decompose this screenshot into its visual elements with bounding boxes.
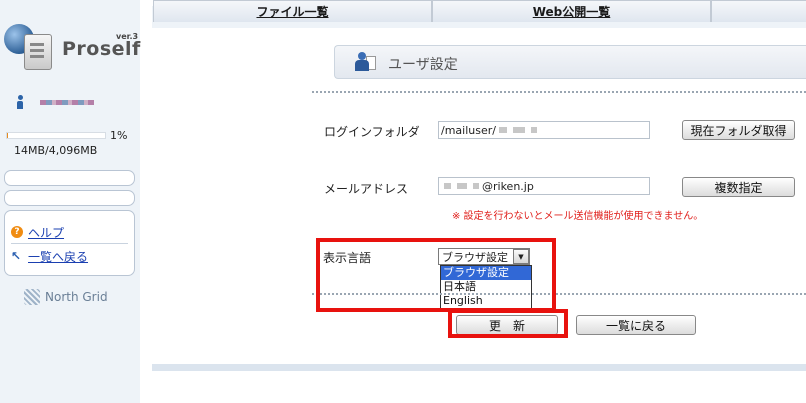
login-folder-label: ログインフォルダ [324,125,420,139]
email-note: ※ 設定を行わないとメール送信機能が使用できません。 [452,211,704,222]
tab-web-public-list-label: Web公開一覧 [532,5,611,19]
quota-size: 14MB/4,096MB [14,144,98,157]
get-current-folder-button[interactable]: 現在フォルダ取得 [682,120,795,140]
back-arrow-icon: ↖ [11,249,22,263]
user-name-redacted [40,100,94,105]
user-icon [16,95,24,109]
quota-percent: 1% [110,129,128,142]
email-value: @riken.jp [482,179,534,193]
tab-third[interactable] [711,0,806,22]
quota-progress-bar [6,132,106,139]
dotted-divider-top [312,91,806,93]
help-icon: ? [11,226,23,238]
multiple-email-button[interactable]: 複数指定 [682,177,795,197]
login-folder-field[interactable]: /mailuser/ [438,121,650,139]
login-folder-value: /mailuser/ [441,123,496,137]
menu-divider [11,243,128,244]
sidebar-menu: ? ヘルプ ↖ 一覧へ戻る [4,210,135,276]
help-link-label[interactable]: ヘルプ [28,224,64,241]
panel-bottom-border [152,364,806,371]
quota-fill [7,133,8,138]
back-to-list-button[interactable]: 一覧に戻る [576,315,696,335]
north-grid-logo: North Grid [24,289,108,305]
user-settings-icon [354,52,376,72]
page-title: ユーザ設定 [388,57,458,73]
language-highlight-box [316,238,556,312]
sidebar-empty-box-1 [4,170,135,186]
north-grid-icon [24,289,40,305]
proself-logo[interactable]: ver.3 Proself [4,22,140,72]
logo-name: Proself [62,38,141,60]
tab-file-list-label: ファイル一覧 [256,5,329,19]
tab-web-public-list[interactable]: Web公開一覧 [432,0,711,22]
back-to-list-link[interactable]: ↖ 一覧へ戻る [11,248,88,264]
sidebar-empty-box-2 [4,190,135,206]
email-field[interactable]: @riken.jp [438,177,650,195]
north-grid-label: North Grid [45,290,108,304]
help-link[interactable]: ? ヘルプ [11,224,64,240]
update-button-highlight-box [448,309,568,338]
server-icon [24,34,52,70]
tab-file-list[interactable]: ファイル一覧 [153,0,432,22]
back-to-list-label[interactable]: 一覧へ戻る [28,248,88,265]
email-label: メールアドレス [324,182,409,196]
